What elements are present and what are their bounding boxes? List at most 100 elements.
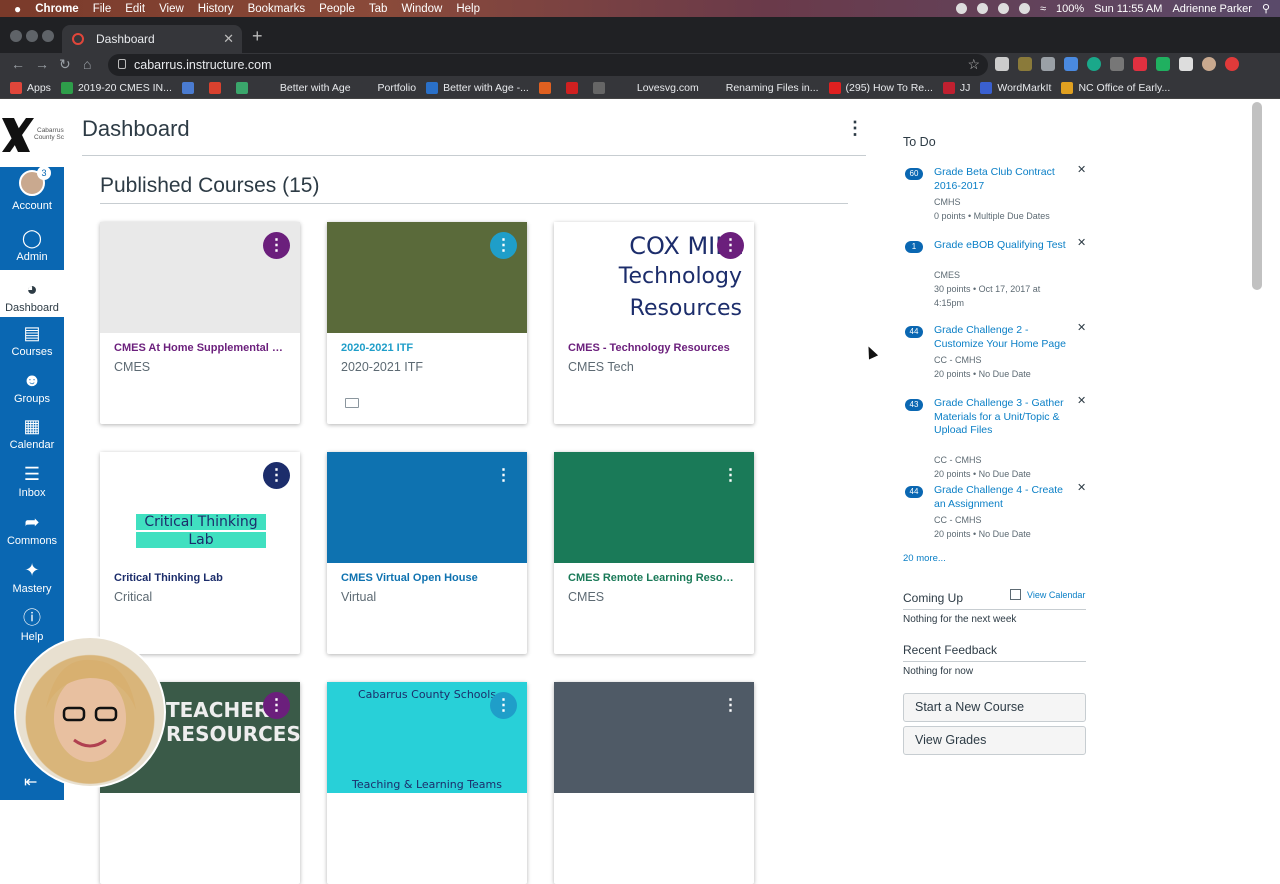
status-icon[interactable] <box>997 3 1009 14</box>
extension-icon[interactable] <box>1018 57 1032 71</box>
apple-menu-icon[interactable]: ● <box>14 2 21 16</box>
scrollbar[interactable] <box>1252 102 1262 290</box>
start-new-course-button[interactable]: Start a New Course <box>903 693 1086 722</box>
bookmark-item[interactable]: Better with Age <box>262 81 351 94</box>
extension-icon[interactable] <box>1156 57 1170 71</box>
address-bar[interactable]: cabarrus.instructure.com ☆ <box>108 54 988 76</box>
dismiss-todo-icon[interactable]: ✕ <box>1077 236 1086 249</box>
menu-people[interactable]: People <box>319 3 355 15</box>
bookmark-item[interactable] <box>181 81 199 94</box>
new-tab-icon[interactable]: + <box>252 26 263 47</box>
bookmark-item[interactable]: 2019-20 CMES IN... <box>60 81 172 94</box>
puzzle-extensions-icon[interactable] <box>1179 57 1193 71</box>
lock-icon[interactable] <box>118 59 126 69</box>
course-options-icon[interactable]: ⋮ <box>490 232 517 259</box>
course-card-image[interactable]: ⋮ <box>554 452 754 563</box>
course-card[interactable]: ⋮ <box>554 682 754 884</box>
dismiss-todo-icon[interactable]: ✕ <box>1077 163 1086 176</box>
bookmark-item[interactable]: Apps <box>10 81 51 94</box>
browser-tab[interactable]: Dashboard ✕ <box>62 25 242 53</box>
course-options-icon[interactable]: ⋮ <box>490 462 517 489</box>
bookmark-item[interactable]: Renaming Files in... <box>708 81 819 94</box>
course-card-title[interactable]: CMES Remote Learning Resources <box>568 572 740 584</box>
bookmark-star-icon[interactable]: ☆ <box>967 56 980 73</box>
course-card-title[interactable]: CMES At Home Supplemental Res... <box>114 342 286 354</box>
course-card-title[interactable]: CMES Virtual Open House <box>341 572 513 584</box>
menu-edit[interactable]: Edit <box>125 3 145 15</box>
bookmark-item[interactable] <box>208 81 226 94</box>
clock[interactable]: Sun 11:55 AM <box>1094 3 1162 15</box>
view-grades-button[interactable]: View Grades <box>903 726 1086 755</box>
course-card-image[interactable]: COX MILL Technology Resources ⋮ <box>554 222 754 333</box>
course-card-image[interactable]: ⋮ <box>327 222 527 333</box>
update-icon[interactable] <box>1225 57 1239 71</box>
course-card[interactable]: Cabarrus County Schools Teaching & Learni… <box>327 682 527 884</box>
bookmark-item[interactable]: WordMarkIt <box>980 81 1051 94</box>
course-card[interactable]: ⋮ 2020-2021 ITF 2020-2021 ITF <box>327 222 527 424</box>
course-options-icon[interactable]: ⋮ <box>263 462 290 489</box>
menu-view[interactable]: View <box>159 3 184 15</box>
menu-bookmarks[interactable]: Bookmarks <box>248 3 306 15</box>
minimize-window-icon[interactable] <box>26 30 38 42</box>
bookmark-item[interactable]: Portfolio <box>360 81 416 94</box>
extension-icon[interactable] <box>1133 57 1147 71</box>
nav-commons[interactable]: ➦ Commons <box>0 512 64 547</box>
reload-icon[interactable]: ↻ <box>59 56 71 73</box>
menu-chrome[interactable]: Chrome <box>35 3 78 15</box>
course-card[interactable]: ⋮ CMES Remote Learning Resources CMES <box>554 452 754 654</box>
course-options-icon[interactable]: ⋮ <box>263 692 290 719</box>
nav-admin[interactable]: ◯ Admin <box>0 228 64 263</box>
wifi-icon[interactable]: ≈ <box>1040 3 1046 15</box>
course-card-title[interactable]: Critical Thinking Lab <box>114 572 286 584</box>
bookmark-item[interactable]: (295) How To Re... <box>828 81 933 94</box>
close-window-icon[interactable] <box>10 30 22 42</box>
menu-help[interactable]: Help <box>456 3 480 15</box>
school-logo[interactable]: Cabarrus County Schools <box>0 112 80 160</box>
course-options-icon[interactable]: ⋮ <box>717 232 744 259</box>
todo-link[interactable]: Grade eBOB Qualifying Test <box>934 239 1066 253</box>
status-icon[interactable] <box>976 3 988 14</box>
forward-icon[interactable]: → <box>35 56 49 72</box>
extension-icon[interactable] <box>995 57 1009 71</box>
menu-file[interactable]: File <box>93 3 112 15</box>
course-card-title[interactable]: 2020-2021 ITF <box>341 342 513 354</box>
battery-percent[interactable]: 100% <box>1056 3 1084 15</box>
dismiss-todo-icon[interactable]: ✕ <box>1077 321 1086 334</box>
back-icon[interactable]: ← <box>11 56 25 72</box>
home-icon[interactable]: ⌂ <box>83 56 91 72</box>
search-icon[interactable]: ⚲ <box>1262 2 1270 15</box>
nav-mastery[interactable]: ✦ Mastery <box>0 560 64 595</box>
course-card-image[interactable]: ⋮ <box>327 452 527 563</box>
nav-dashboard[interactable]: ◕ Dashboard <box>0 270 64 317</box>
todo-link[interactable]: Grade Challenge 4 - Create an Assignment <box>934 484 1066 511</box>
nav-groups[interactable]: ☻ Groups <box>0 370 64 405</box>
course-card-image[interactable]: Critical Thinking Lab ⋮ <box>100 452 300 563</box>
dashboard-options-icon[interactable]: ⋮ <box>846 118 864 139</box>
zoom-window-icon[interactable] <box>42 30 54 42</box>
folder-icon[interactable] <box>345 398 359 408</box>
course-card-image[interactable]: ⋮ <box>100 222 300 333</box>
bookmark-item[interactable]: JJ <box>942 81 970 94</box>
course-options-icon[interactable]: ⋮ <box>490 692 517 719</box>
bookmark-item[interactable] <box>235 81 253 94</box>
status-icon[interactable] <box>1018 3 1030 14</box>
nav-calendar[interactable]: ▦ Calendar <box>0 416 64 451</box>
todo-link[interactable]: Grade Challenge 2 - Customize Your Home … <box>934 324 1066 351</box>
course-card-image[interactable]: ⋮ <box>554 682 754 793</box>
bookmark-item[interactable]: NC Office of Early... <box>1061 81 1170 94</box>
todo-link[interactable]: Grade Beta Club Contract 2016-2017 <box>934 166 1066 193</box>
extension-icon[interactable] <box>1064 57 1078 71</box>
course-card[interactable]: ⋮ CMES At Home Supplemental Res... CMES <box>100 222 300 424</box>
course-card[interactable]: COX MILL Technology Resources ⋮ CMES - Techn… <box>554 222 754 424</box>
menu-tab[interactable]: Tab <box>369 3 388 15</box>
course-card-title[interactable]: CMES - Technology Resources <box>568 342 740 354</box>
bookmark-item[interactable] <box>538 81 556 94</box>
menu-window[interactable]: Window <box>401 3 442 15</box>
course-options-icon[interactable]: ⋮ <box>717 462 744 489</box>
close-tab-icon[interactable]: ✕ <box>223 31 234 47</box>
nav-account[interactable]: 3 Account <box>0 166 64 212</box>
bookmark-item[interactable] <box>565 81 583 94</box>
course-card-image[interactable]: Cabarrus County Schools Teaching & Learni… <box>327 682 527 793</box>
profile-avatar[interactable] <box>1202 57 1216 71</box>
course-options-icon[interactable]: ⋮ <box>263 232 290 259</box>
